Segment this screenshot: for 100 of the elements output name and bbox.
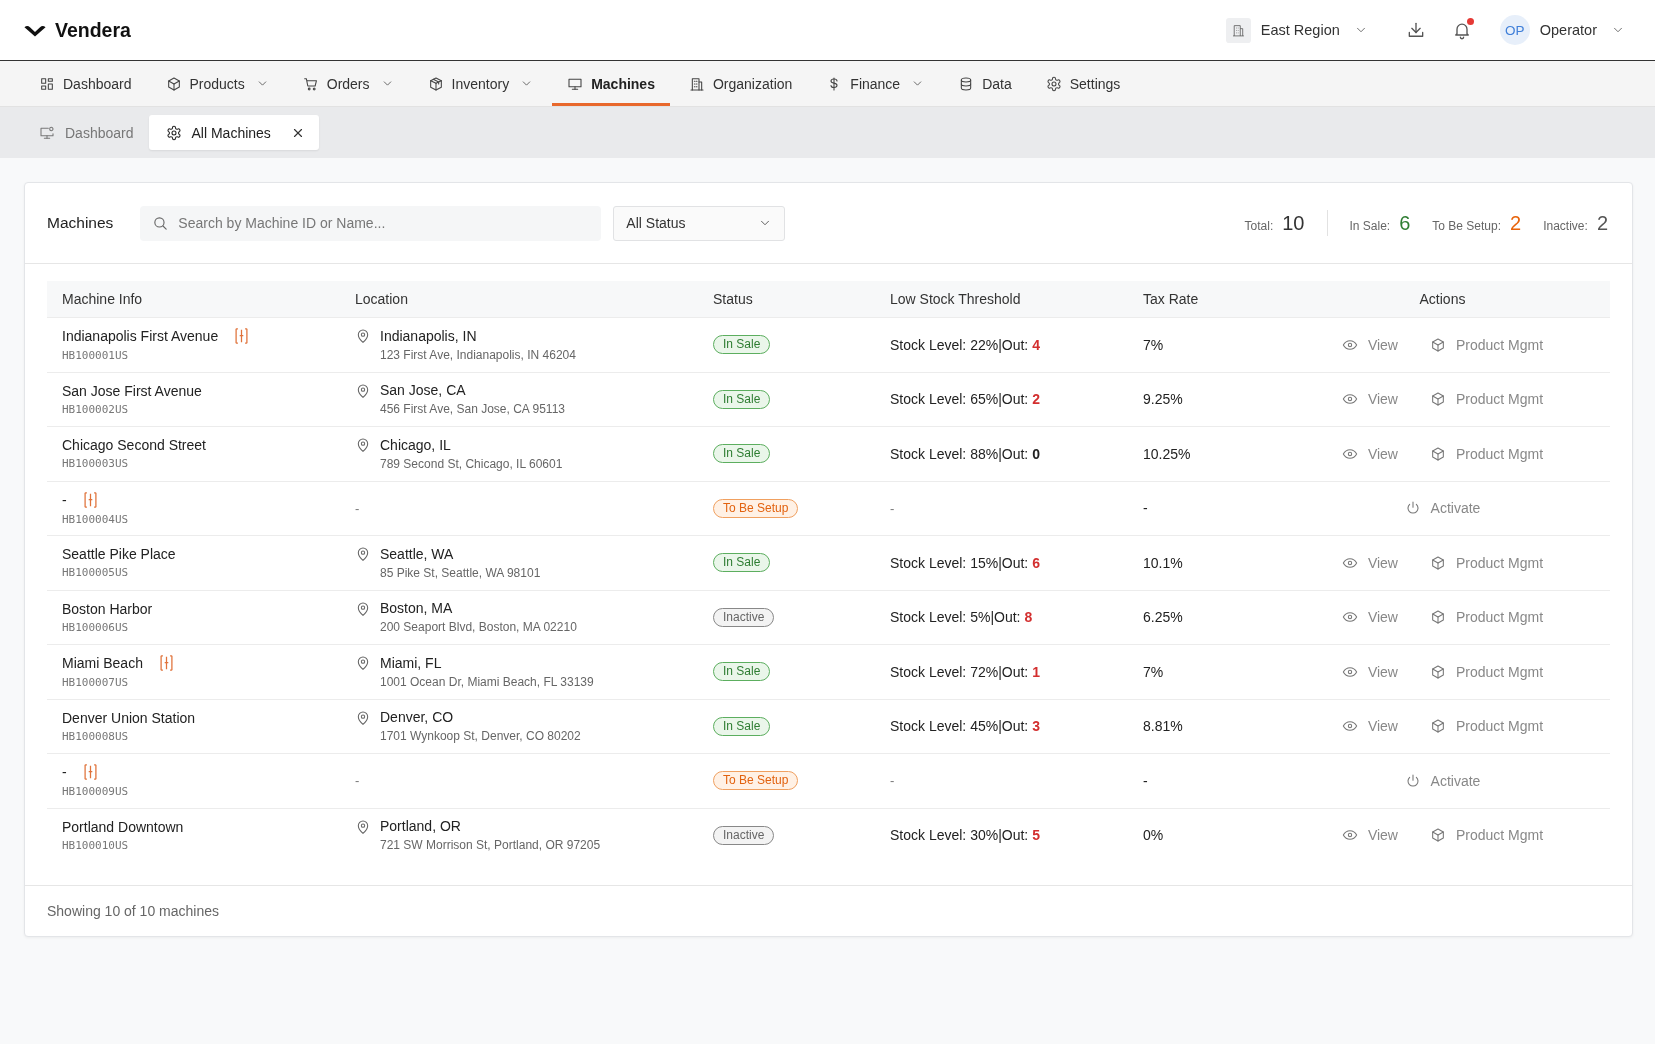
tax-rate: 10.1% bbox=[1143, 554, 1183, 571]
product-mgmt-button[interactable]: Product Mgmt bbox=[1429, 391, 1544, 408]
column-header: Tax Rate bbox=[1142, 291, 1200, 307]
location-pin-icon bbox=[355, 818, 371, 835]
out-count: 4 bbox=[1032, 336, 1041, 353]
nav-item[interactable]: Data bbox=[943, 61, 1027, 106]
location-pin-icon bbox=[355, 655, 371, 671]
tax-rate: 9.25% bbox=[1143, 391, 1183, 408]
stock-level: Stock Level: 45%|Out: bbox=[890, 718, 1029, 735]
avatar: OP bbox=[1499, 15, 1530, 45]
stat-value: 10 bbox=[1282, 211, 1305, 235]
stock-level: Stock Level: 30%|Out: bbox=[890, 827, 1029, 844]
location-address: 1701 Wynkoop St, Denver, CO 80202 bbox=[380, 729, 581, 744]
region-selector[interactable]: East Region bbox=[1225, 17, 1368, 43]
location-address: 200 Seaport Blvd, Boston, MA 02210 bbox=[380, 620, 577, 635]
column-header: Location bbox=[354, 291, 409, 307]
tax-rate: - bbox=[1143, 772, 1148, 789]
view-button[interactable]: View bbox=[1341, 336, 1398, 353]
view-button[interactable]: View bbox=[1341, 391, 1398, 408]
location-pin-icon bbox=[355, 709, 371, 726]
machine-id: HB100009US bbox=[62, 785, 129, 799]
status-badge: In Sale bbox=[713, 553, 771, 573]
view-button[interactable]: View bbox=[1341, 609, 1398, 626]
product-mgmt-button[interactable]: Product Mgmt bbox=[1429, 827, 1544, 844]
location-city: Indianapolis, IN bbox=[380, 327, 478, 344]
nav-item[interactable]: Dashboard bbox=[24, 61, 147, 106]
out-count: 3 bbox=[1032, 718, 1041, 735]
product-mgmt-button[interactable]: Product Mgmt bbox=[1429, 445, 1544, 462]
cube-icon bbox=[165, 75, 182, 92]
stat-label: To Be Setup: bbox=[1432, 218, 1502, 233]
stat-label: Total: bbox=[1244, 218, 1274, 233]
cube-icon bbox=[1429, 718, 1446, 735]
location-pin-icon bbox=[355, 600, 371, 617]
stock-empty: - bbox=[890, 773, 895, 789]
status-badge: In Sale bbox=[713, 335, 771, 355]
machine-id: HB100010US bbox=[62, 838, 129, 852]
status-badge: In Sale bbox=[713, 662, 771, 682]
building-icon bbox=[1225, 17, 1251, 43]
power-icon bbox=[1404, 500, 1421, 517]
machine-id: HB100006US bbox=[62, 620, 129, 634]
view-button[interactable]: View bbox=[1341, 445, 1398, 462]
tax-rate: 7% bbox=[1143, 663, 1164, 680]
nav-item[interactable]: Settings bbox=[1030, 61, 1136, 106]
nav-item[interactable]: Inventory bbox=[412, 61, 549, 106]
nav-item[interactable]: Orders bbox=[287, 61, 409, 106]
settings-icon bbox=[165, 124, 182, 141]
machine-name: - bbox=[62, 764, 67, 781]
product-mgmt-button[interactable]: Product Mgmt bbox=[1429, 609, 1544, 626]
building-icon bbox=[688, 75, 705, 92]
user-menu[interactable]: OP Operator bbox=[1499, 15, 1625, 45]
view-button[interactable]: View bbox=[1341, 663, 1398, 680]
search-icon bbox=[152, 214, 170, 232]
column-header: Machine Info bbox=[61, 291, 144, 307]
product-mgmt-button[interactable]: Product Mgmt bbox=[1429, 718, 1544, 735]
nav-item[interactable]: Products bbox=[150, 61, 284, 106]
view-button[interactable]: View bbox=[1341, 718, 1398, 735]
tab[interactable]: Dashboard bbox=[24, 115, 149, 150]
out-count: 6 bbox=[1032, 554, 1041, 571]
view-button[interactable]: View bbox=[1341, 827, 1398, 844]
status-badge: Inactive bbox=[713, 825, 775, 845]
column-header: Actions bbox=[1418, 291, 1467, 307]
monitor-icon bbox=[39, 124, 55, 141]
location-address: 789 Second St, Chicago, IL 60601 bbox=[380, 456, 563, 471]
tab[interactable]: All Machines bbox=[148, 115, 319, 150]
search-field[interactable]: Search by Machine ID or Name... bbox=[140, 205, 602, 241]
status-badge: To Be Setup bbox=[713, 498, 799, 518]
view-button[interactable]: View bbox=[1341, 554, 1398, 571]
cube-icon bbox=[1429, 663, 1446, 680]
product-mgmt-button[interactable]: Product Mgmt bbox=[1429, 663, 1544, 680]
machine-name: Boston Harbor bbox=[62, 600, 153, 617]
location-city: Denver, CO bbox=[380, 709, 455, 726]
machine-name: San Jose First Avenue bbox=[62, 382, 202, 399]
status-badge: In Sale bbox=[713, 716, 771, 736]
activate-button[interactable]: Activate bbox=[1404, 500, 1481, 517]
stock-level: Stock Level: 72%|Out: bbox=[890, 663, 1029, 680]
machine-id: HB100002US bbox=[62, 402, 129, 416]
activate-button[interactable]: Activate bbox=[1404, 772, 1481, 789]
out-count: 1 bbox=[1032, 663, 1041, 680]
product-mgmt-button[interactable]: Product Mgmt bbox=[1429, 554, 1544, 571]
nav-item[interactable]: Finance bbox=[811, 61, 940, 106]
status-select[interactable]: All Status bbox=[613, 205, 786, 241]
status-badge: In Sale bbox=[713, 444, 771, 464]
status-badge: To Be Setup bbox=[713, 771, 799, 791]
product-mgmt-button[interactable]: Product Mgmt bbox=[1429, 336, 1544, 353]
machine-id: HB100008US bbox=[62, 729, 129, 743]
location-city: Seattle, WA bbox=[380, 545, 455, 562]
location-address: 456 First Ave, San Jose, CA 95113 bbox=[380, 402, 565, 417]
stat-label: Inactive: bbox=[1543, 218, 1588, 233]
tax-rate: 6.25% bbox=[1143, 609, 1183, 626]
stat-value: 6 bbox=[1399, 211, 1411, 235]
machine-name: Indianapolis First Avenue bbox=[62, 328, 219, 345]
machine-id: HB100005US bbox=[62, 566, 129, 580]
out-count: 8 bbox=[1024, 609, 1033, 626]
nav-item[interactable]: Organization bbox=[673, 61, 808, 106]
machine-name: Miami Beach bbox=[62, 655, 143, 672]
logo-icon bbox=[24, 23, 46, 37]
location-city: Miami, FL bbox=[380, 654, 443, 671]
machine-name: Denver Union Station bbox=[62, 709, 196, 726]
location-city: Portland, OR bbox=[380, 818, 462, 835]
location-city: Chicago, IL bbox=[380, 436, 452, 453]
